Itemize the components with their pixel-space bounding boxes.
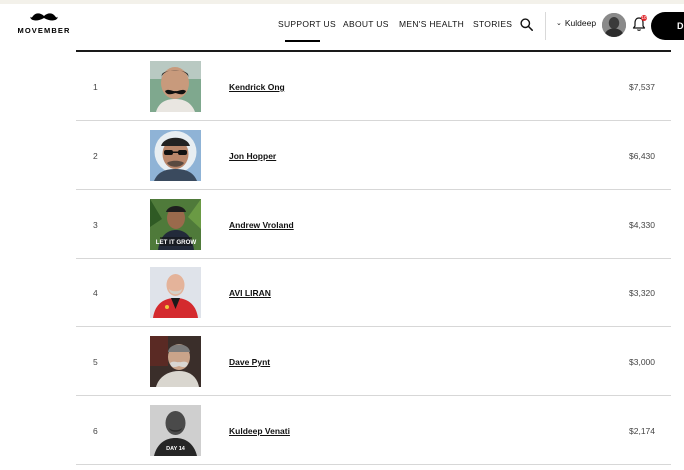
notification-badge: 10: [641, 15, 647, 21]
photo-caption: DAY 14: [166, 446, 186, 452]
amount-raised: $7,537: [629, 82, 655, 92]
nav-about-us[interactable]: ABOUT US: [343, 19, 389, 29]
participant-name-link[interactable]: Kuldeep Venati: [229, 426, 290, 436]
rank: 4: [93, 288, 98, 298]
participant-photo[interactable]: [150, 130, 201, 181]
avatar[interactable]: [602, 13, 626, 37]
user-menu[interactable]: ⌄ Kuldeep: [556, 18, 596, 32]
brand-name: MOVEMBER: [17, 26, 71, 35]
chevron-down-icon: ⌄: [556, 20, 562, 27]
amount-raised: $2,174: [629, 426, 655, 436]
nav-support-us[interactable]: SUPPORT US: [278, 19, 336, 29]
rank: 1: [93, 82, 98, 92]
leaderboard-row: 3 LET IT GROW Andrew Vroland $4,330: [76, 190, 671, 259]
leaderboard-row: 5 Dave Pynt $3,000: [76, 327, 671, 396]
nav-mens-health[interactable]: MEN'S HEALTH: [399, 19, 464, 29]
header-divider: [545, 12, 546, 40]
participant-name-link[interactable]: Jon Hopper: [229, 151, 276, 161]
participant-name-link[interactable]: Kendrick Ong: [229, 82, 285, 92]
active-nav-indicator: [285, 40, 320, 42]
participant-name-link[interactable]: AVI LIRAN: [229, 288, 271, 298]
rank: 3: [93, 220, 98, 230]
photo-caption: LET IT GROW: [156, 239, 197, 246]
leaderboard-row: 6 DAY 14 Kuldeep Venati $2,174: [76, 396, 671, 465]
amount-raised: $4,330: [629, 220, 655, 230]
leaderboard-row: 2 Jon Hopper $6,430: [76, 121, 671, 190]
participant-photo[interactable]: [150, 267, 201, 318]
leaderboard-row: 1 Kendrick Ong $7,537: [76, 52, 671, 121]
rank: 6: [93, 426, 98, 436]
rank: 2: [93, 151, 98, 161]
amount-raised: $3,000: [629, 357, 655, 367]
mustache-icon: [30, 13, 58, 21]
participant-photo[interactable]: [150, 61, 201, 112]
nav-stories[interactable]: STORIES: [473, 19, 512, 29]
amount-raised: $6,430: [629, 151, 655, 161]
participant-photo[interactable]: LET IT GROW: [150, 199, 201, 250]
participant-name-link[interactable]: Dave Pynt: [229, 357, 270, 367]
donate-button[interactable]: D: [651, 12, 684, 40]
leaderboard-row: 4 AVI LIRAN $3,320: [76, 258, 671, 327]
rank: 5: [93, 357, 98, 367]
movember-logo[interactable]: MOVEMBER: [16, 12, 72, 38]
avatar-image: [602, 13, 626, 37]
amount-raised: $3,320: [629, 288, 655, 298]
site-header: MOVEMBER SUPPORT US ABOUT US MEN'S HEALT…: [0, 4, 684, 46]
participant-photo[interactable]: [150, 336, 201, 387]
user-name: Kuldeep: [564, 18, 597, 28]
participant-photo[interactable]: DAY 14: [150, 405, 201, 456]
participant-name-link[interactable]: Andrew Vroland: [229, 220, 294, 230]
search-icon[interactable]: [520, 18, 533, 31]
